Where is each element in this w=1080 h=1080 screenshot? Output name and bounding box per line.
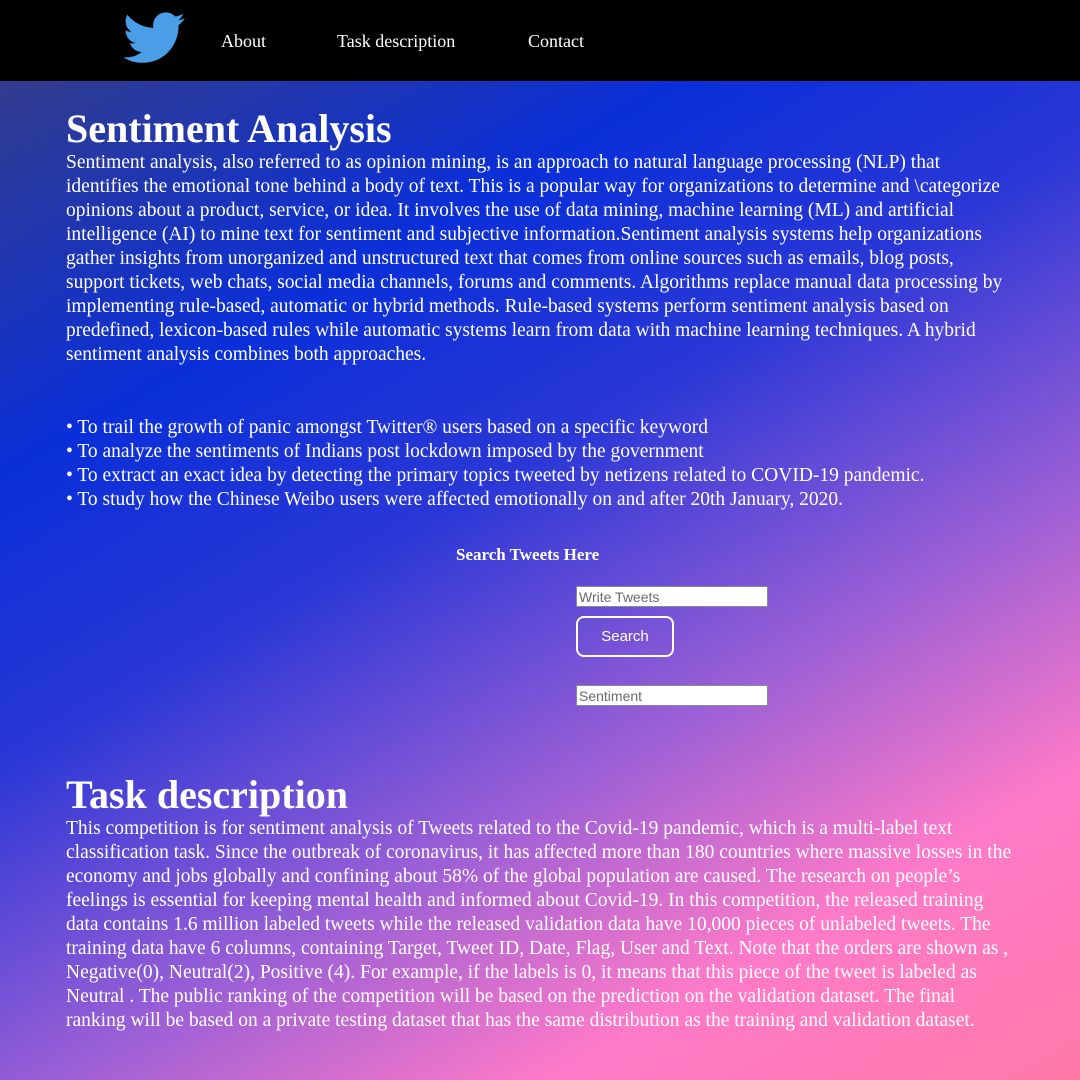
nav-contact-link[interactable]: Contact bbox=[528, 31, 584, 52]
list-item: • To analyze the sentiments of Indians p… bbox=[66, 441, 704, 462]
tweet-search-input[interactable] bbox=[576, 586, 768, 607]
search-button[interactable]: Search bbox=[576, 616, 674, 657]
list-item: • To extract an exact idea by detecting … bbox=[66, 465, 925, 486]
task-description-section: Task description This competition is for… bbox=[66, 774, 1016, 1033]
navbar: About Task description Contact bbox=[0, 0, 1080, 81]
intro-paragraph: Sentiment analysis, also referred to as … bbox=[66, 152, 1003, 365]
task-paragraph: This competition is for sentiment analys… bbox=[66, 818, 1012, 1031]
twitter-bird-icon[interactable] bbox=[124, 12, 186, 64]
nav-about-link[interactable]: About bbox=[221, 31, 266, 52]
task-title: Task description bbox=[66, 772, 348, 817]
list-item: • To study how the Chinese Weibo users w… bbox=[66, 489, 844, 510]
sentiment-output-field[interactable] bbox=[576, 685, 768, 706]
intro-section: Sentiment Analysis Sentiment analysis, a… bbox=[66, 108, 1016, 367]
list-item: • To trail the growth of panic amongst T… bbox=[66, 417, 709, 438]
page-title: Sentiment Analysis bbox=[66, 106, 392, 151]
nav-task-description-link[interactable]: Task description bbox=[337, 31, 455, 52]
search-label: Search Tweets Here bbox=[456, 545, 600, 564]
objectives-list: • To trail the growth of panic amongst T… bbox=[66, 416, 1026, 512]
